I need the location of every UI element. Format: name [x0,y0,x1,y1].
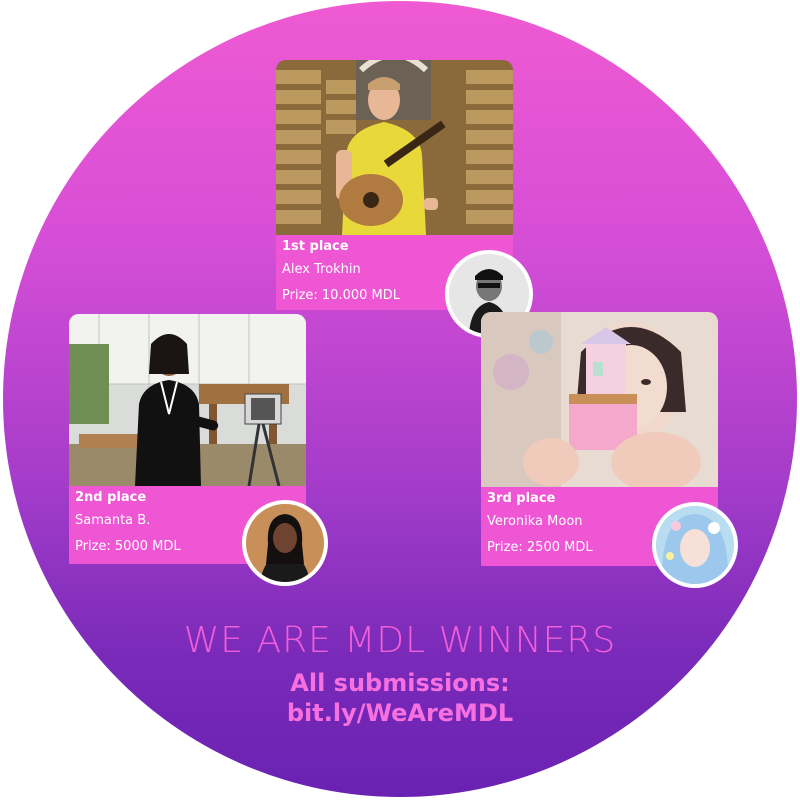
submissions-label: All submissions: [290,669,510,697]
submissions-link[interactable]: bit.ly/WeAreMDL [0,698,800,728]
video-thumbnail-second[interactable] [69,314,306,486]
headline: WE ARE MDL WINNERS [183,620,617,661]
video-thumbnail-third[interactable] [481,312,718,487]
avatar-photo [246,504,324,582]
avatar-photo [656,506,734,584]
guitarist-photo [276,60,513,235]
avatar-third[interactable] [652,502,738,588]
miniature-house-photo [481,312,718,487]
submissions-block: All submissions: bit.ly/WeAreMDL [0,668,800,728]
singer-photo [69,314,306,486]
avatar-second[interactable] [242,500,328,586]
video-thumbnail-first[interactable] [276,60,513,235]
